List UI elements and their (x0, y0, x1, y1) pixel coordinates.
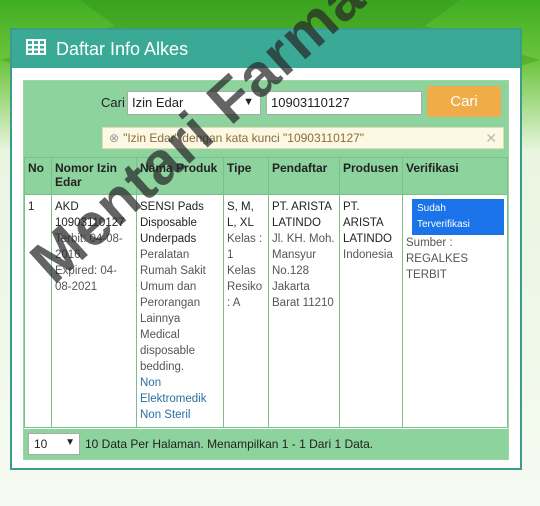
content-area: Cari Izin Edar ▼ 10903110127 Cari ⊗ "Izi… (23, 80, 509, 460)
search-label: Cari (101, 95, 125, 110)
search-button[interactable]: Cari (427, 86, 501, 117)
pendaftar-address: Jl. KH. Moh. Mansyur No.128 Jakarta Bara… (272, 233, 335, 309)
chevron-down-icon: ▼ (65, 437, 75, 448)
produsen-name: PT. ARISTA LATINDO (343, 201, 392, 245)
kelas: Kelas : 1 (227, 233, 263, 261)
close-icon[interactable]: ✕ (485, 130, 497, 147)
col-header-no: No (24, 157, 52, 195)
search-keyword-input[interactable]: 10903110127 (266, 91, 422, 115)
produk-category: Non Elektromedik Non Steril (140, 377, 207, 421)
table-grid-icon (26, 38, 46, 60)
cell-produk: SENSI Pads Disposable Underpads Peralata… (136, 194, 224, 428)
per-page-value: 10 (34, 437, 48, 451)
produsen-country: Indonesia (343, 249, 393, 261)
verified-badge: Sudah Terverifikasi (412, 199, 504, 235)
cell-tipe: S, M, L, XL Kelas : 1 Kelas Resiko : A (223, 194, 269, 428)
col-header-produsen: Produsen (339, 157, 403, 195)
col-header-pendaftar: Pendaftar (268, 157, 340, 195)
pagination-footer: 10 ▼ 10 Data Per Halaman. Menampilkan 1 … (24, 429, 508, 459)
col-header-tipe: Tipe (223, 157, 269, 195)
col-header-verifikasi: Verifikasi (402, 157, 508, 195)
remove-circle-icon: ⊗ (109, 131, 120, 145)
pagination-info: 10 Data Per Halaman. Menampilkan 1 - 1 D… (85, 437, 374, 451)
kelas-resiko: Kelas Resiko : A (227, 265, 263, 309)
search-button-label: Cari (450, 93, 478, 110)
pendaftar-name: PT. ARISTA LATINDO (272, 201, 332, 229)
produk-desc: Peralatan Rumah Sakit Umum dan Peroranga… (140, 249, 206, 373)
cell-produsen: PT. ARISTA LATINDO Indonesia (339, 194, 403, 428)
panel-title: Daftar Info Alkes (56, 38, 189, 59)
cell-verifikasi: Sudah Terverifikasi Sumber : REGALKES TE… (402, 194, 508, 428)
tipe-sizes: S, M, L, XL (227, 201, 254, 229)
verifikasi-sumber: Sumber : REGALKES TERBIT (406, 237, 468, 281)
per-page-select[interactable]: 10 ▼ (28, 433, 80, 455)
cell-pendaftar: PT. ARISTA LATINDO Jl. KH. Moh. Mansyur … (268, 194, 340, 428)
